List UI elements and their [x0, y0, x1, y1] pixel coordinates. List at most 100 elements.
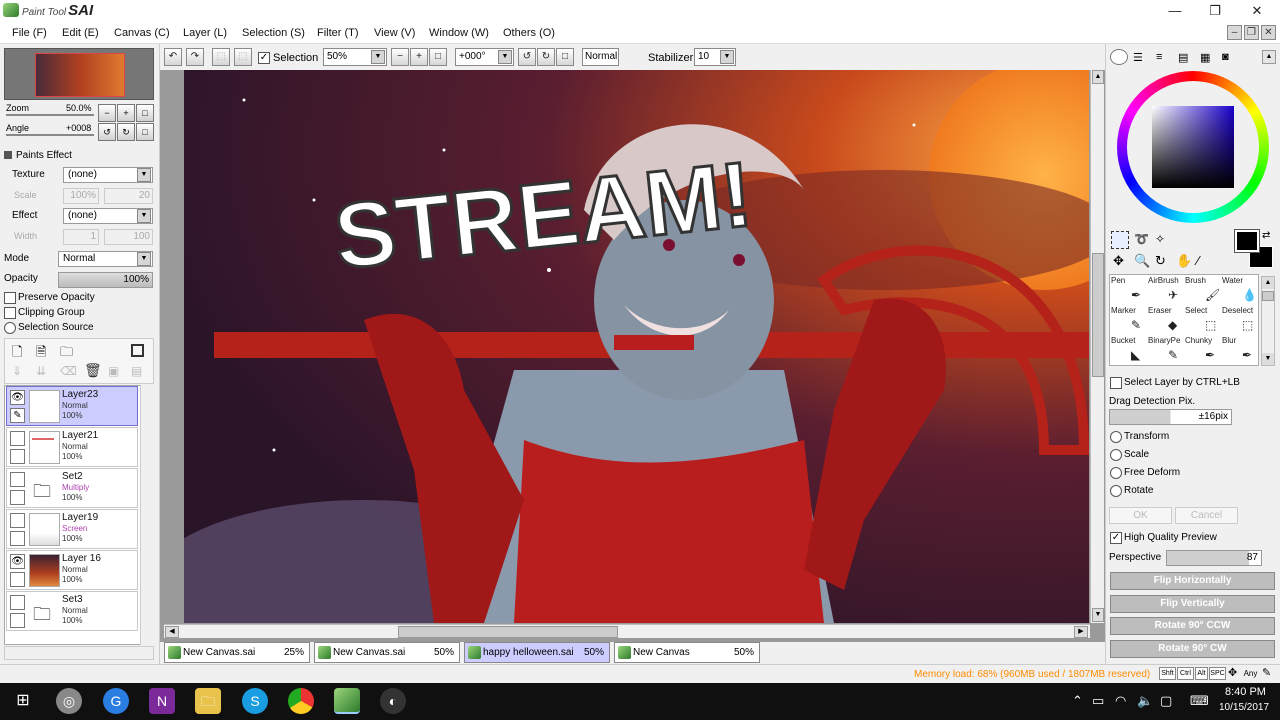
skype-icon[interactable]: S: [242, 688, 268, 714]
cancel-button[interactable]: Cancel: [1175, 507, 1238, 524]
magic-wand-icon[interactable]: ✧: [1155, 232, 1165, 246]
rotate-ccw-90-button[interactable]: Rotate 90° CCW: [1110, 617, 1275, 635]
tool-select[interactable]: Select ⬚: [1185, 306, 1221, 334]
menu-selection[interactable]: Selection (S): [242, 27, 305, 39]
chrome-icon[interactable]: [288, 688, 314, 714]
zoom-out-button[interactable]: −: [391, 48, 409, 66]
new-folder-icon[interactable]: 🗀: [60, 343, 73, 365]
rotate-cw-90-button[interactable]: Rotate 90° CW: [1110, 640, 1275, 658]
menu-others[interactable]: Others (O): [503, 27, 555, 39]
scroll-down-icon[interactable]: ▼: [1092, 608, 1104, 622]
lasso-icon[interactable]: ➰: [1134, 232, 1149, 246]
battery-icon[interactable]: ▭: [1092, 693, 1104, 709]
collapse-icon[interactable]: [4, 151, 12, 159]
effect-select[interactable]: (none) ▼: [63, 208, 153, 224]
tool-deselect[interactable]: Deselect ⬚: [1222, 306, 1258, 334]
select-layer-ctrl-checkbox[interactable]: [1110, 377, 1122, 389]
nav-rotate-reset-button[interactable]: □: [136, 123, 154, 141]
tool-scroll-thumb[interactable]: [1262, 291, 1274, 301]
tool-brush[interactable]: Brush 🖌: [1185, 276, 1221, 304]
zoom-tool-icon[interactable]: 🔍: [1134, 253, 1150, 269]
eye-icon[interactable]: [10, 595, 25, 610]
volume-icon[interactable]: 🔈: [1137, 693, 1153, 709]
transfer-down-icon[interactable]: ⇓: [12, 364, 22, 378]
swap-colors-icon[interactable]: ⇄: [1262, 230, 1270, 241]
clear-layer-icon[interactable]: ⌫: [60, 364, 77, 378]
mdi-close-button[interactable]: ✕: [1261, 25, 1276, 40]
preserve-opacity-checkbox[interactable]: [4, 292, 16, 304]
layer-row[interactable]: 👁 Layer 16 Normal 100%: [6, 550, 138, 590]
mode-select[interactable]: Normal ▼: [58, 251, 153, 267]
layer-mask-icon[interactable]: [131, 344, 144, 357]
merge-down-icon[interactable]: ⇊: [36, 364, 46, 378]
notification-icon[interactable]: ▢: [1160, 693, 1172, 709]
keyboard-icon[interactable]: ⌨: [1190, 693, 1209, 709]
rotate-tool-icon[interactable]: ↻: [1155, 253, 1166, 269]
hscroll-thumb[interactable]: [398, 626, 618, 638]
tool-bucket[interactable]: Bucket ◣: [1111, 336, 1147, 364]
color-panel-scroll-up-icon[interactable]: ▲: [1262, 50, 1276, 64]
doc-tab[interactable]: New Canvas.sai 50%: [314, 642, 460, 663]
eye-icon[interactable]: [10, 431, 25, 446]
paint-tool-sai-icon[interactable]: [334, 688, 360, 714]
rotate-cw-button[interactable]: ↻: [537, 48, 555, 66]
menu-view[interactable]: View (V): [374, 27, 415, 39]
selection-checkbox[interactable]: ✓: [258, 52, 270, 64]
file-explorer-icon[interactable]: 🗀: [195, 688, 221, 714]
selection-source-radio[interactable]: [4, 322, 16, 334]
tool-scroll-down-icon[interactable]: ▼: [1262, 353, 1274, 365]
menu-filter[interactable]: Filter (T): [317, 27, 359, 39]
eye-icon[interactable]: [10, 472, 25, 487]
apply-mask-icon[interactable]: ▣: [108, 364, 119, 378]
layer-settings-icon[interactable]: ▤: [131, 364, 142, 378]
cortana-icon[interactable]: ◎: [56, 688, 82, 714]
tool-chunky[interactable]: Chunky ✒: [1185, 336, 1221, 364]
opacity-slider[interactable]: 100%: [58, 272, 153, 288]
canvas-artwork[interactable]: STREAM!: [184, 70, 1089, 623]
trash-icon[interactable]: 🗑: [84, 362, 102, 379]
mdi-restore-button[interactable]: ❐: [1244, 25, 1259, 40]
doc-tab[interactable]: New Canvas.sai 25%: [164, 642, 310, 663]
rgb-slider-mode-icon[interactable]: ☰: [1133, 51, 1143, 64]
eye-icon[interactable]: 👁: [10, 554, 25, 569]
eyedropper-icon[interactable]: ⁄: [1197, 253, 1199, 268]
scroll-right-icon[interactable]: ▶: [1074, 626, 1088, 638]
new-linework-layer-icon[interactable]: 🗎: [36, 343, 46, 365]
navigator-preview[interactable]: [4, 48, 154, 100]
scroll-up-icon[interactable]: ▲: [1092, 70, 1104, 84]
perspective-slider[interactable]: 87: [1166, 550, 1262, 566]
saturation-value-square[interactable]: [1152, 106, 1234, 188]
ok-button[interactable]: OK: [1109, 507, 1172, 524]
primary-color-swatch[interactable]: [1234, 229, 1260, 253]
tool-binarype[interactable]: BinaryPe ✎: [1148, 336, 1184, 364]
scroll-left-icon[interactable]: ◀: [165, 626, 179, 638]
vscroll-thumb[interactable]: [1092, 253, 1104, 377]
move-icon[interactable]: ✥: [1113, 253, 1124, 269]
redo-button[interactable]: ↷: [186, 48, 204, 66]
mdi-minimize-button[interactable]: –: [1227, 25, 1242, 40]
new-layer-icon[interactable]: 🗋: [12, 343, 22, 365]
flip-horizontally-button[interactable]: Flip Horizontally: [1110, 572, 1275, 590]
onenote-icon[interactable]: N: [149, 688, 175, 714]
chrome-alt-icon[interactable]: G: [103, 688, 129, 714]
drag-detection-slider[interactable]: ±16pix: [1109, 409, 1232, 425]
nav-zoom-slider[interactable]: [6, 114, 94, 116]
tray-chevron-icon[interactable]: ⌃: [1072, 693, 1083, 709]
tool-airbrush[interactable]: AirBrush ✈: [1148, 276, 1184, 304]
wifi-icon[interactable]: ◠: [1115, 693, 1126, 709]
stabilizer-select[interactable]: 10 ▼: [694, 48, 736, 66]
scale-radio[interactable]: [1110, 449, 1122, 461]
tool-eraser[interactable]: Eraser ◆: [1148, 306, 1184, 334]
nav-zoom-reset-button[interactable]: □: [136, 104, 154, 122]
tool-grid-scrollbar[interactable]: ▲ ▼: [1261, 276, 1275, 366]
color-mix-mode-icon[interactable]: ▤: [1178, 51, 1188, 64]
texture-select[interactable]: (none) ▼: [63, 167, 153, 183]
hq-preview-checkbox[interactable]: ✓: [1110, 532, 1122, 544]
angle-select[interactable]: +000° ▼: [455, 48, 514, 66]
menu-canvas[interactable]: Canvas (C): [114, 27, 170, 39]
windows-start-icon[interactable]: ⊞: [10, 688, 36, 714]
nav-zoom-in-button[interactable]: +: [117, 104, 135, 122]
zoom-in-button[interactable]: +: [410, 48, 428, 66]
folder-row[interactable]: 🗀 Set3 Normal 100%: [6, 591, 138, 631]
layer-list-hscrollbar[interactable]: [4, 646, 154, 660]
